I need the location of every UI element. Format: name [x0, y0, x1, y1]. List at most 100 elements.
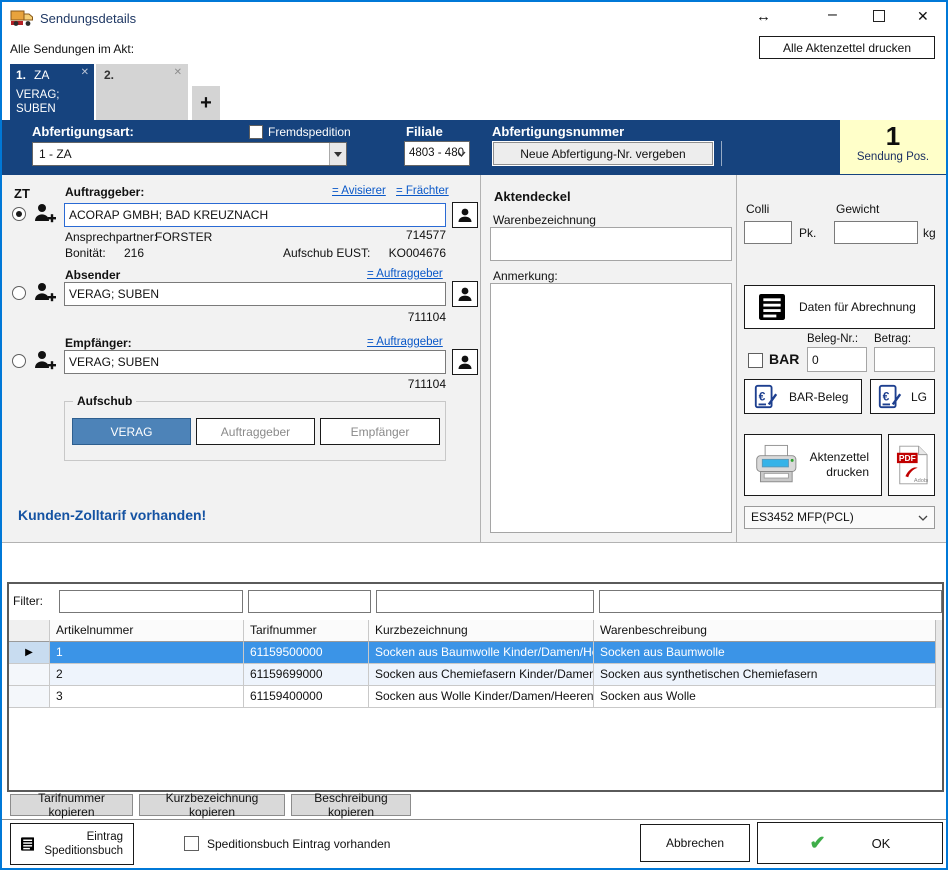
- add-person-icon[interactable]: [32, 280, 56, 309]
- auftraggeber-contact-button[interactable]: [452, 202, 478, 228]
- cell-warenbeschreibung[interactable]: Socken aus Baumwolle: [594, 642, 942, 664]
- cell-artikelnummer[interactable]: 2: [50, 664, 244, 686]
- minimize-icon[interactable]: –: [828, 6, 837, 24]
- cancel-button[interactable]: Abbrechen: [640, 824, 750, 862]
- tab-shipment-2[interactable]: 2. ✕: [96, 64, 188, 120]
- cell-artikelnummer[interactable]: 3: [50, 686, 244, 708]
- filter-artikelnummer-input[interactable]: [59, 590, 243, 613]
- link-absender-auftraggeber[interactable]: = Auftraggeber: [367, 268, 443, 280]
- fremdspedition-checkbox[interactable]: [249, 125, 263, 139]
- table-row[interactable]: 2 61159699000 Socken aus Chemiefasern Ki…: [9, 664, 942, 686]
- col-warenbeschreibung[interactable]: Warenbeschreibung: [594, 620, 942, 642]
- colli-input[interactable]: [744, 221, 792, 244]
- colli-label: Colli: [746, 202, 769, 216]
- add-person-icon[interactable]: [32, 201, 56, 230]
- filiale-select[interactable]: 4803 - 480: [404, 141, 470, 166]
- absender-contact-button[interactable]: [452, 281, 478, 307]
- tab2-close-icon[interactable]: ✕: [174, 67, 182, 78]
- aufschub-group: Aufschub VERAG Auftraggeber Empfänger: [64, 401, 446, 461]
- print-all-aktenzettel-button[interactable]: Alle Aktenzettel drucken: [759, 36, 935, 59]
- tab1-close-icon[interactable]: ✕: [81, 67, 89, 78]
- auftraggeber-input[interactable]: [64, 203, 446, 227]
- new-abfertigung-nr-button[interactable]: Neue Abfertigung-Nr. vergeben: [492, 141, 714, 166]
- pk-label: Pk.: [799, 226, 816, 240]
- warenbezeichnung-label: Warenbezeichnung: [493, 213, 596, 227]
- abrechnung-button[interactable]: Daten für Abrechnung: [744, 285, 935, 329]
- close-icon[interactable]: ✕: [917, 8, 929, 25]
- link-empfaenger-auftraggeber[interactable]: = Auftraggeber: [367, 336, 443, 348]
- resize-icon[interactable]: ↔: [756, 8, 771, 25]
- auftraggeber-radio[interactable]: [12, 207, 26, 221]
- filter-kurzbezeichnung-input[interactable]: [376, 590, 594, 613]
- aufschub-auftraggeber-button[interactable]: Auftraggeber: [196, 418, 315, 445]
- ok-button[interactable]: ✔ OK: [757, 822, 943, 864]
- betrag-input[interactable]: [874, 347, 935, 372]
- cell-warenbeschreibung[interactable]: Socken aus Wolle: [594, 686, 942, 708]
- bonitaet-value: 216: [124, 246, 144, 260]
- person-icon: [456, 353, 474, 371]
- copy-beschreibung-button[interactable]: Beschreibung kopieren: [291, 794, 411, 816]
- cell-tarifnummer[interactable]: 61159699000: [244, 664, 369, 686]
- row-selector[interactable]: [9, 664, 50, 686]
- cell-kurzbezeichnung[interactable]: Socken aus Baumwolle Kinder/Damen/Herren: [369, 642, 594, 664]
- position-count-box: 1 Sendung Pos.: [840, 120, 946, 174]
- col-kurzbezeichnung[interactable]: Kurzbezeichnung: [369, 620, 594, 642]
- cell-kurzbezeichnung[interactable]: Socken aus Chemiefasern Kinder/Damen/Hee…: [369, 664, 594, 686]
- copy-tarifnummer-button[interactable]: Tarifnummer kopieren: [10, 794, 133, 816]
- absender-radio[interactable]: [12, 286, 26, 300]
- dropdown-arrow-icon[interactable]: [329, 143, 346, 165]
- bar-checkbox[interactable]: [748, 353, 763, 368]
- absender-input[interactable]: [64, 282, 446, 306]
- aufschub-legend: Aufschub: [73, 394, 136, 408]
- cell-warenbeschreibung[interactable]: Socken aus synthetischen Chemiefasern: [594, 664, 942, 686]
- euro-receipt-icon: €: [753, 384, 779, 410]
- table-scrollbar[interactable]: [935, 620, 942, 708]
- chevron-down-icon: [457, 151, 466, 157]
- maximize-icon[interactable]: [873, 10, 885, 22]
- add-tab-button[interactable]: +: [192, 86, 220, 120]
- speditionsbuch-eintrag-button[interactable]: EintragSpeditionsbuch: [10, 823, 134, 865]
- bar-beleg-button[interactable]: € BAR-Beleg: [744, 379, 862, 414]
- tab1-type: ZA: [34, 68, 49, 82]
- document-lines-icon: [21, 832, 34, 856]
- speditionsbuch-checkbox[interactable]: [184, 836, 199, 851]
- cell-kurzbezeichnung[interactable]: Socken aus Wolle Kinder/Damen/Heeren: [369, 686, 594, 708]
- svg-text:Adobe: Adobe: [913, 478, 927, 484]
- table-row[interactable]: ▶ 1 61159500000 Socken aus Baumwolle Kin…: [9, 642, 942, 664]
- link-avisierer[interactable]: = Avisierer: [332, 185, 386, 197]
- cell-tarifnummer[interactable]: 61159500000: [244, 642, 369, 664]
- fremdspedition-label: Fremdspedition: [268, 125, 351, 139]
- empfaenger-radio[interactable]: [12, 354, 26, 368]
- zt-label: ZT: [14, 186, 30, 201]
- cell-artikelnummer[interactable]: 1: [50, 642, 244, 664]
- warenbezeichnung-input[interactable]: [490, 227, 732, 261]
- filter-warenbeschreibung-input[interactable]: [599, 590, 942, 613]
- empfaenger-input[interactable]: [64, 350, 446, 374]
- lg-button[interactable]: € LG: [870, 379, 935, 414]
- aufschub-empfaenger-button[interactable]: Empfänger: [320, 418, 440, 445]
- link-fraechter[interactable]: = Frächter: [396, 185, 449, 197]
- tab-shipment-1[interactable]: 1. ZA ✕ VERAG; SUBEN: [10, 64, 94, 120]
- add-person-icon[interactable]: [32, 348, 56, 377]
- filter-tarifnummer-input[interactable]: [248, 590, 371, 613]
- aktenzettel-drucken-button[interactable]: Aktenzetteldrucken: [744, 434, 882, 496]
- printer-select[interactable]: ES3452 MFP(PCL): [744, 506, 935, 529]
- anmerkung-label: Anmerkung:: [493, 269, 558, 283]
- col-tarifnummer[interactable]: Tarifnummer: [244, 620, 369, 642]
- abfertigungsart-label: Abfertigungsart:: [32, 124, 134, 139]
- aufschub-verag-button[interactable]: VERAG: [72, 418, 191, 445]
- pdf-button[interactable]: PDF Adobe: [888, 434, 935, 496]
- anmerkung-textarea[interactable]: [490, 283, 732, 533]
- row-selector[interactable]: ▶: [9, 642, 50, 664]
- row-selector[interactable]: [9, 686, 50, 708]
- abfertigungsart-value: 1 - ZA: [39, 147, 72, 161]
- beleg-nr-input[interactable]: [807, 347, 867, 372]
- empfaenger-contact-button[interactable]: [452, 349, 478, 375]
- abfertigungsart-select[interactable]: 1 - ZA: [32, 142, 347, 166]
- table-row[interactable]: 3 61159400000 Socken aus Wolle Kinder/Da…: [9, 686, 942, 708]
- gewicht-input[interactable]: [834, 221, 918, 244]
- cell-tarifnummer[interactable]: 61159400000: [244, 686, 369, 708]
- pdf-icon: PDF Adobe: [896, 445, 928, 485]
- col-artikelnummer[interactable]: Artikelnummer: [50, 620, 244, 642]
- copy-kurzbezeichnung-button[interactable]: Kurzbezeichnung kopieren: [139, 794, 285, 816]
